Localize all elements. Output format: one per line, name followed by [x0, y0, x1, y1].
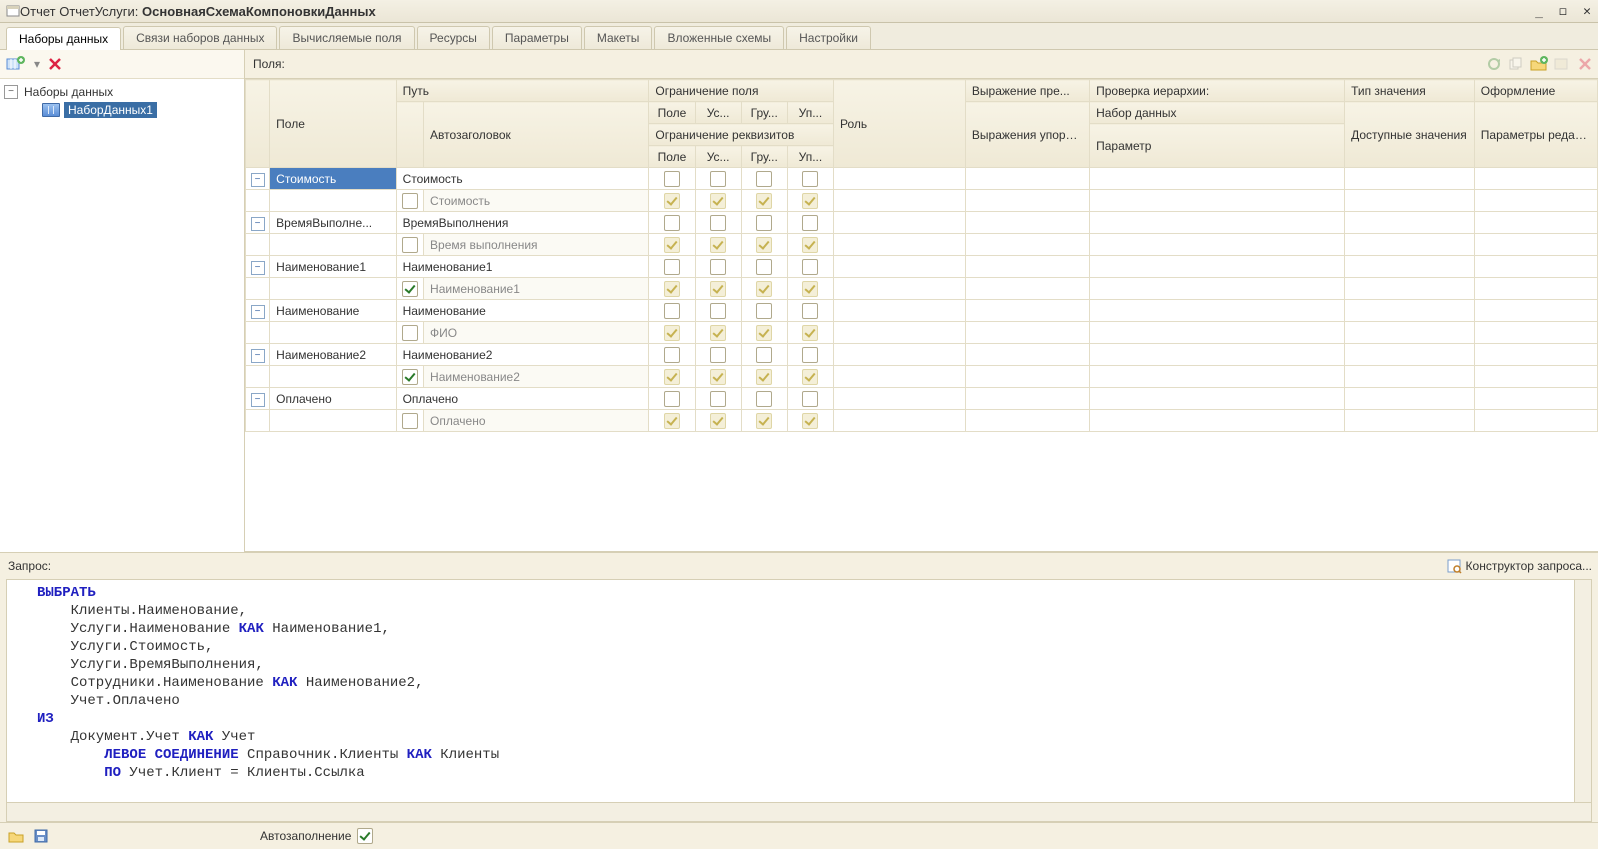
field-row[interactable]: − Наименование2 Наименование2	[246, 344, 1598, 366]
titlebar: Отчет ОтчетУслуги: ОсновнаяСхемаКомпонов…	[0, 0, 1598, 23]
field-subrow[interactable]: Оплачено	[246, 410, 1598, 432]
tab-ресурсы[interactable]: Ресурсы	[417, 26, 490, 49]
copy-icon[interactable]	[1508, 56, 1524, 72]
collapse-icon[interactable]: −	[251, 393, 265, 407]
field-subrow[interactable]: Наименование1	[246, 278, 1598, 300]
tab-вложенные-схемы[interactable]: Вложенные схемы	[654, 26, 784, 49]
delete-dataset-icon[interactable]	[48, 57, 62, 71]
save-icon[interactable]	[34, 829, 48, 843]
tab-вычисляемые-поля[interactable]: Вычисляемые поля	[279, 26, 414, 49]
field-row[interactable]: − Наименование Наименование	[246, 300, 1598, 322]
maximize-button[interactable]: ◻	[1554, 3, 1572, 19]
query-editor[interactable]: ВЫБРАТЬ Клиенты.Наименование, Услуги.Наи…	[6, 579, 1592, 803]
collapse-icon[interactable]: −	[251, 305, 265, 319]
datasets-side-panel: ▾ − Наборы данных НаборДанных1	[0, 50, 245, 552]
add-folder-icon[interactable]	[1530, 56, 1548, 72]
delete-field-icon[interactable]	[1578, 57, 1592, 71]
collapse-icon[interactable]: −	[251, 261, 265, 275]
datasets-tree[interactable]: − Наборы данных НаборДанных1	[0, 78, 244, 552]
collapse-icon[interactable]: −	[251, 349, 265, 363]
dataset-icon	[42, 103, 60, 117]
tab-связи-наборов-данных[interactable]: Связи наборов данных	[123, 26, 277, 49]
refresh-icon[interactable]	[1486, 56, 1502, 72]
fields-label: Поля:	[253, 57, 285, 71]
minimize-button[interactable]: _	[1530, 3, 1548, 19]
tree-root[interactable]: − Наборы данных	[4, 83, 240, 101]
field-row[interactable]: − Стоимость Стоимость	[246, 168, 1598, 190]
tab-наборы-данных[interactable]: Наборы данных	[6, 27, 121, 50]
add-dataset-icon[interactable]	[6, 56, 26, 72]
window-title: Отчет ОтчетУслуги: ОсновнаяСхемаКомпонов…	[20, 4, 1530, 19]
folder-icon[interactable]	[8, 829, 24, 843]
tab-макеты[interactable]: Макеты	[584, 26, 653, 49]
fields-grid[interactable]: Поле Путь Ограничение поля Роль Выражени…	[245, 78, 1598, 552]
autofill-checkbox[interactable]: Автозаполнение	[260, 828, 373, 844]
tab-параметры[interactable]: Параметры	[492, 26, 582, 49]
field-subrow[interactable]: Наименование2	[246, 366, 1598, 388]
app-icon	[6, 4, 20, 18]
tab-настройки[interactable]: Настройки	[786, 26, 871, 49]
query-constructor-button[interactable]: Конструктор запроса...	[1446, 558, 1592, 574]
field-row[interactable]: − ВремяВыполне... ВремяВыполнения	[246, 212, 1598, 234]
collapse-icon[interactable]: −	[4, 85, 18, 99]
collapse-icon[interactable]: −	[251, 217, 265, 231]
tree-item-selected[interactable]: НаборДанных1	[4, 101, 240, 119]
add-table-icon[interactable]	[1554, 56, 1572, 72]
scrollbar-horizontal[interactable]	[6, 803, 1592, 822]
field-row[interactable]: − Оплачено Оплачено	[246, 388, 1598, 410]
collapse-icon[interactable]: −	[251, 173, 265, 187]
field-subrow[interactable]: Время выполнения	[246, 234, 1598, 256]
field-row[interactable]: − Наименование1 Наименование1	[246, 256, 1598, 278]
field-subrow[interactable]: Стоимость	[246, 190, 1598, 212]
bottom-bar: Автозаполнение	[0, 822, 1598, 849]
main-tabs: Наборы данныхСвязи наборов данныхВычисля…	[0, 23, 1598, 50]
close-button[interactable]: ✕	[1578, 3, 1596, 19]
query-label: Запрос:	[8, 559, 51, 573]
field-subrow[interactable]: ФИО	[246, 322, 1598, 344]
scrollbar-vertical[interactable]	[1574, 580, 1591, 802]
